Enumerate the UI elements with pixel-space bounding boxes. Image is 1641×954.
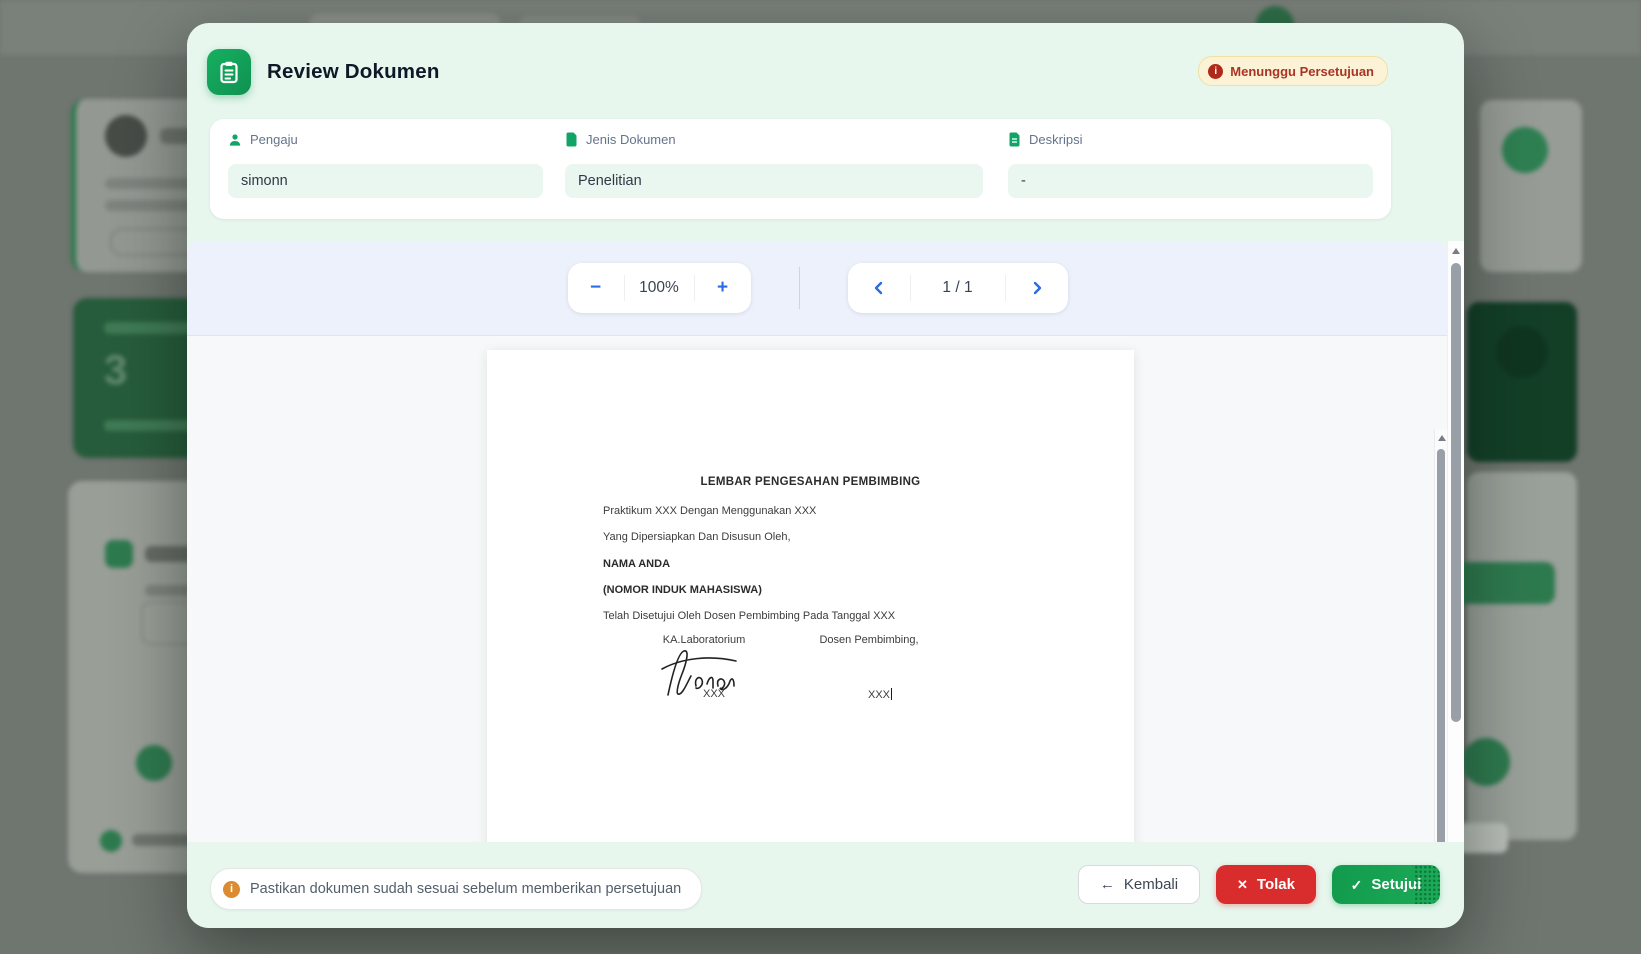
toolbar-divider (799, 267, 800, 309)
reject-button-label: Tolak (1257, 876, 1295, 893)
x-icon: ✕ (1237, 878, 1248, 891)
document-title: LEMBAR PENGESAHAN PEMBIMBING (487, 476, 1134, 488)
prev-page-button[interactable] (848, 263, 910, 313)
document-line: Yang Dipersiapkan Dan Disusun Oleh, (603, 524, 1084, 550)
signatory-name-right: XXX (868, 688, 892, 701)
arrow-left-icon: ← (1100, 877, 1115, 892)
field-label-row: Pengaju (228, 132, 298, 147)
document-line: (NOMOR INDUK MAHASISWA) (603, 577, 1084, 603)
document-line: NAMA ANDA (603, 551, 1084, 577)
signatory-name-left: XXX (703, 688, 725, 700)
background-button (1454, 562, 1555, 604)
document-scrollbar[interactable] (1434, 429, 1448, 842)
zoom-out-button[interactable]: − (568, 263, 624, 313)
signatory-role-right: Dosen Pembimbing, (819, 634, 918, 646)
user-icon (228, 133, 242, 147)
background-section-icon (105, 540, 133, 568)
scroll-up-arrow-icon[interactable] (1438, 435, 1446, 441)
reject-button[interactable]: ✕ Tolak (1216, 865, 1316, 904)
document-scrollbar-thumb[interactable] (1437, 449, 1445, 842)
document-line: Telah Disetujui Oleh Dosen Pembimbing Pa… (603, 603, 1084, 629)
document-viewer: − 100% + 1 / 1 (187, 241, 1448, 842)
status-badge-label: Menunggu Persetujuan (1230, 64, 1374, 79)
approve-button-label: Setujui (1371, 876, 1421, 893)
text-caret (891, 688, 892, 700)
zoom-in-button[interactable]: + (695, 263, 751, 313)
background-side-icon (1496, 326, 1548, 378)
field-label: Jenis Dokumen (586, 132, 676, 147)
info-icon: i (1208, 64, 1223, 79)
document-lines-icon (1008, 132, 1021, 147)
approve-button[interactable]: ✓ Setujui (1332, 865, 1440, 904)
field-label: Pengaju (250, 132, 298, 147)
info-icon: i (223, 881, 240, 898)
background-list-avatar (136, 745, 172, 781)
status-badge: i Menunggu Persetujuan (1198, 56, 1388, 86)
approval-note: i Pastikan dokumen sudah sesuai sebelum … (210, 868, 702, 910)
field-label-row: Jenis Dokumen (565, 132, 676, 147)
field-value-jenis-dokumen: Penelitian (565, 164, 983, 198)
field-label: Deskripsi (1029, 132, 1082, 147)
modal-scrollbar[interactable] (1447, 241, 1464, 842)
signatory-role-left: KA.Laboratorium (663, 634, 746, 646)
field-value-deskripsi: - (1008, 164, 1373, 198)
check-icon: ✓ (1351, 878, 1363, 892)
pdf-page: LEMBAR PENGESAHAN PEMBIMBING Praktikum X… (487, 350, 1134, 842)
screen: 3 Revi (0, 0, 1641, 954)
viewer-toolbar: − 100% + 1 / 1 (187, 241, 1448, 336)
document-canvas: LEMBAR PENGESAHAN PEMBIMBING Praktikum X… (187, 335, 1448, 842)
submission-info-card: Pengaju simonn Jenis Dokumen Penelitian (210, 119, 1391, 219)
document-line: Praktikum XXX Dengan Menggunakan XXX (603, 498, 1084, 524)
field-jenis-dokumen: Jenis Dokumen Penelitian (565, 119, 983, 219)
background-stat-value: 3 (104, 346, 127, 394)
modal-title: Review Dokumen (267, 60, 440, 84)
approval-note-text: Pastikan dokumen sudah sesuai sebelum me… (250, 881, 681, 897)
zoom-level: 100% (625, 279, 694, 297)
back-button[interactable]: ← Kembali (1078, 865, 1200, 904)
next-page-button[interactable] (1006, 263, 1068, 313)
page-indicator: 1 / 1 (911, 279, 1005, 297)
clipboard-list-icon (207, 49, 251, 95)
modal-scrollbar-thumb[interactable] (1451, 263, 1461, 722)
chevron-right-icon (1030, 281, 1044, 295)
zoom-control: − 100% + (568, 263, 751, 313)
document-icon (565, 132, 578, 147)
modal-footer: i Pastikan dokumen sudah sesuai sebelum … (187, 842, 1464, 928)
field-value-pengaju: simonn (228, 164, 543, 198)
scroll-up-arrow-icon[interactable] (1452, 248, 1460, 254)
background-status-dot (100, 830, 122, 852)
modal-header: Review Dokumen (207, 49, 440, 95)
background-side-icon (1502, 127, 1548, 173)
avatar (105, 115, 147, 157)
background-side-card (1480, 100, 1582, 272)
footer-actions: ← Kembali ✕ Tolak ✓ Setujui (1078, 865, 1440, 904)
page-control: 1 / 1 (848, 263, 1068, 313)
review-dokumen-modal: Review Dokumen i Menunggu Persetujuan Pe… (187, 23, 1464, 928)
document-body: Praktikum XXX Dengan Menggunakan XXX Yan… (603, 498, 1084, 629)
chevron-left-icon (872, 281, 886, 295)
back-button-label: Kembali (1124, 876, 1178, 893)
field-pengaju: Pengaju simonn (228, 119, 543, 219)
background-side-icon (1462, 738, 1510, 786)
field-deskripsi: Deskripsi - (1008, 119, 1373, 219)
field-label-row: Deskripsi (1008, 132, 1082, 147)
